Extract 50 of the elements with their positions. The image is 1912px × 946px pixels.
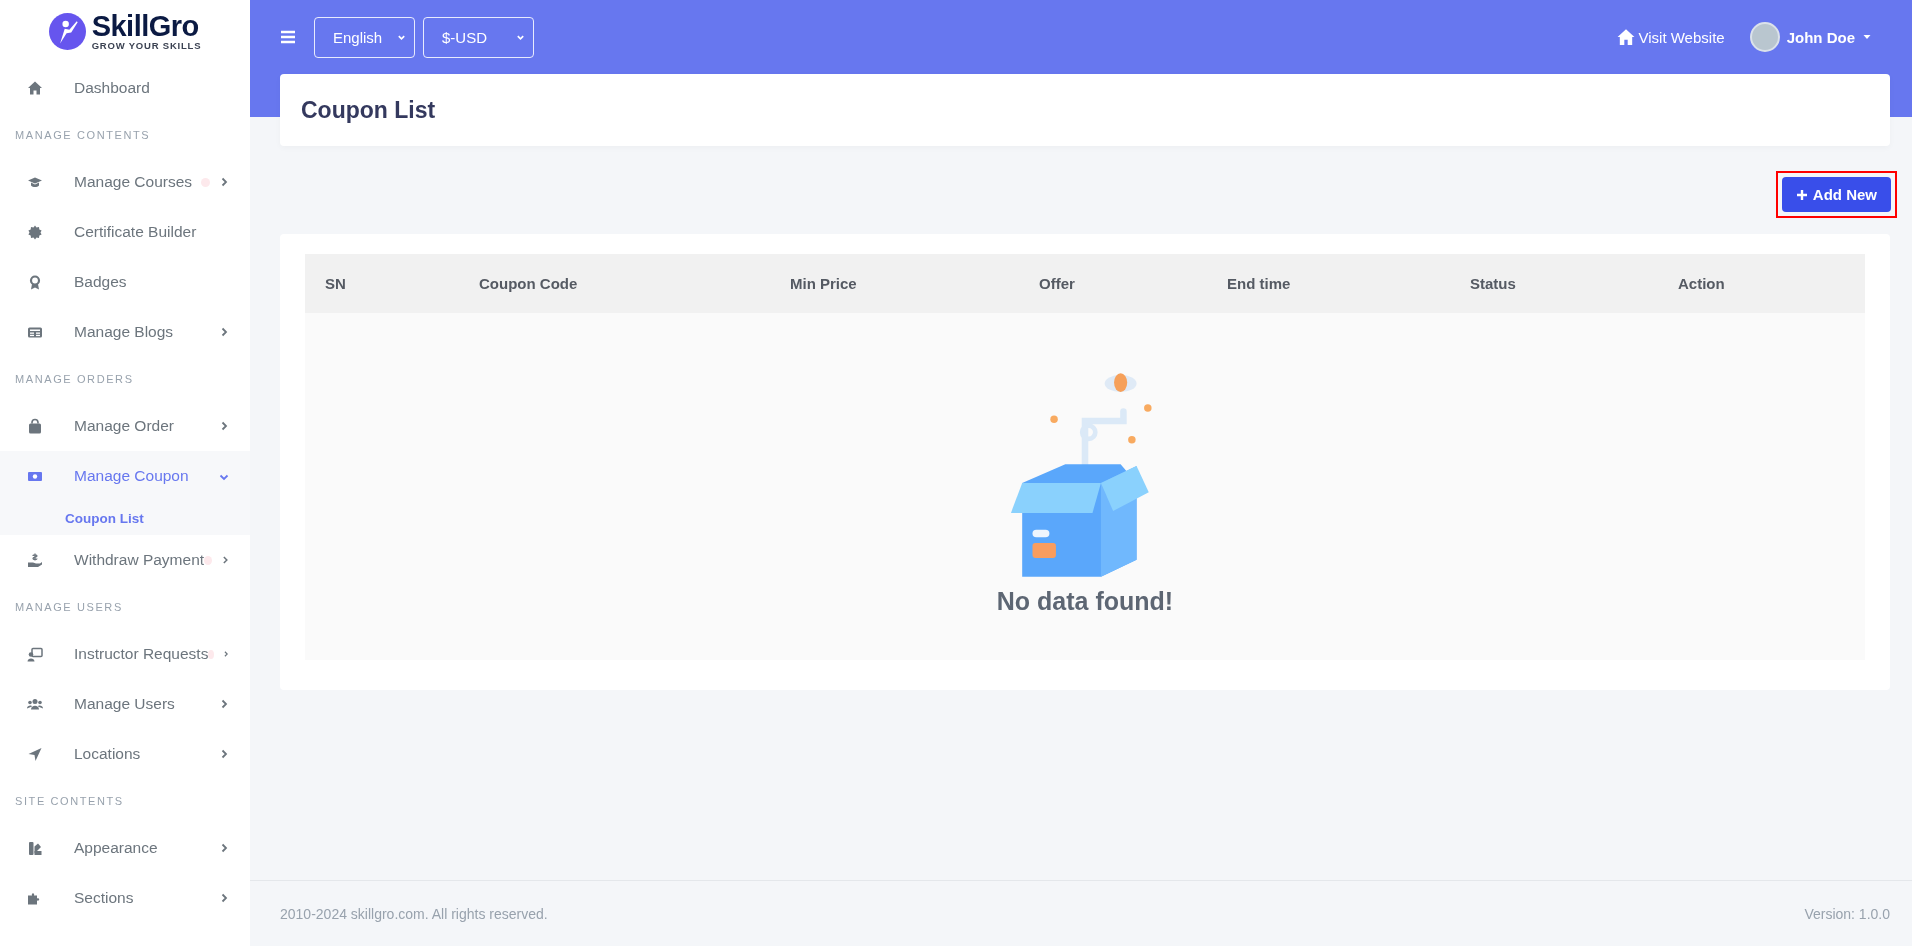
location-arrow-icon	[27, 745, 43, 763]
submenu-link[interactable]: Coupon List	[65, 510, 144, 526]
empty-state-message: No data found!	[996, 587, 1174, 616]
home-icon	[27, 79, 43, 97]
sidebar-item[interactable]: Dashboard	[0, 63, 250, 113]
section-label: MANAGE CONTENTS	[14, 128, 152, 143]
sidebar-item[interactable]: Badges	[0, 257, 250, 307]
column-header: SN	[325, 275, 347, 292]
logo-tagline: GROW YOUR SKILLS	[91, 41, 202, 51]
sidebar-item[interactable]: Instructor Requests	[0, 629, 250, 679]
logo-name: SkillGro	[91, 12, 200, 42]
palette-swatch-icon	[27, 839, 43, 857]
sidebar-item[interactable]: Withdraw Payment	[0, 535, 250, 585]
column-header: End time	[1227, 275, 1292, 292]
sidebar-item[interactable]: Manage Users	[0, 679, 250, 729]
sidebar-item[interactable]: Manage Coupon	[0, 451, 250, 501]
column-header: Status	[1470, 275, 1517, 292]
sidebar-item[interactable]: Manage Order	[0, 401, 250, 451]
user-menu[interactable]: John Doe	[1749, 22, 1872, 52]
sidebar-item[interactable]: Manage Courses	[0, 157, 250, 207]
column-header: Coupon Code	[479, 275, 579, 292]
column-header: Offer	[1039, 275, 1076, 292]
add-new-button[interactable]: Add New	[1781, 177, 1891, 212]
seal-icon	[27, 223, 43, 241]
version-text: Version: 1.0.0	[1804, 905, 1890, 922]
sidebar-item[interactable]: Sections	[0, 873, 250, 923]
hand-coin-icon	[27, 551, 43, 569]
user-board-icon	[27, 645, 43, 663]
currency-select[interactable]: $-USD	[423, 16, 534, 58]
home-icon	[1616, 28, 1635, 46]
menu-icon[interactable]	[280, 29, 296, 45]
logo-icon	[48, 13, 86, 50]
sidebar-item[interactable]: Certificate Builder	[0, 207, 250, 257]
column-header: Action	[1678, 275, 1726, 292]
chevron-right-icon	[222, 648, 230, 660]
sidebar-item[interactable]: Locations	[0, 729, 250, 779]
section-label: MANAGE USERS	[14, 600, 124, 615]
avatar	[1749, 22, 1780, 52]
section-label: MANAGE ORDERS	[14, 372, 135, 387]
medal-icon	[27, 273, 43, 291]
sidebar-item[interactable]: Manage Blogs	[0, 307, 250, 357]
sidebar-item[interactable]: Appearance	[0, 823, 250, 873]
language-select[interactable]: English	[314, 16, 415, 58]
section-label: SITE CONTENTS	[14, 794, 125, 809]
copyright-text: 2010-2024 skillgro.com. All rights reserved.	[280, 905, 548, 922]
column-header: Min Price	[790, 275, 858, 292]
visit-website-link[interactable]: Visit Website	[1616, 28, 1725, 46]
page-title: Coupon List	[301, 96, 436, 124]
shopping-bag-icon	[27, 417, 43, 435]
plus-icon	[1795, 188, 1808, 201]
